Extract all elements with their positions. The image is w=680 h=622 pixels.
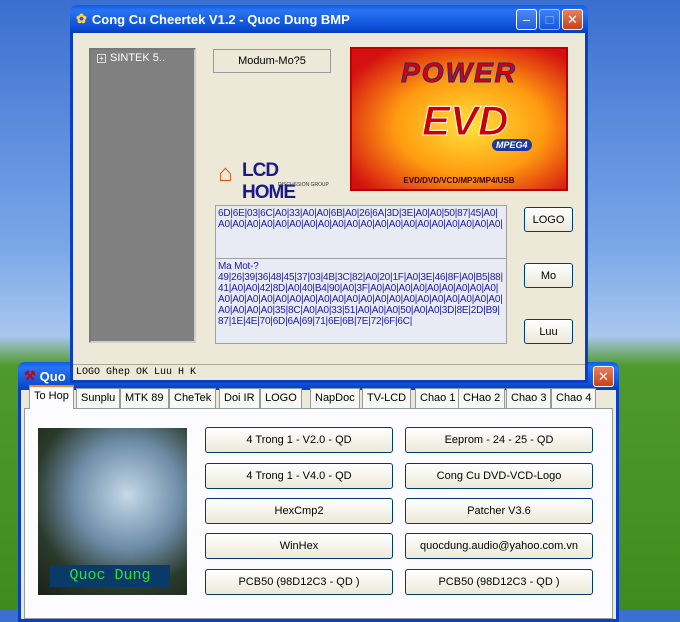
- app-icon: ✿: [76, 11, 87, 26]
- power-evd-banner: POWER EVD MPEG4 EVD/DVD/VCD/MP3/MP4/USB: [350, 47, 568, 191]
- data-box-1[interactable]: 6D|6E|03|6C|A0|33|A0|A0|6B|A0|26|6A|3D|3…: [215, 205, 507, 259]
- tool-button[interactable]: 4 Trong 1 - V2.0 - QD: [205, 427, 393, 453]
- tool-button[interactable]: Eeprom - 24 - 25 - QD: [405, 427, 593, 453]
- tab-logo[interactable]: LOGO: [260, 388, 302, 408]
- tools-window: ⚒ Quo ✕ To Hop Sunplu MTK 89 CheTek Doi IR LO…: [18, 362, 619, 622]
- tool-button[interactable]: HexCmp2: [205, 498, 393, 524]
- mo-button[interactable]: Mo: [524, 263, 573, 288]
- tab-chao-2[interactable]: CHao 2: [458, 388, 506, 408]
- main-window: ✿ Cong Cu Cheertek V1.2 - Quoc Dung BMP …: [70, 5, 588, 383]
- close-button[interactable]: ✕: [562, 9, 583, 30]
- tab-sunplu[interactable]: Sunplu: [76, 388, 121, 408]
- lcd-home-logo: ⌂ LCD HOME DISCUSSION GROUP: [218, 160, 329, 203]
- tool-button[interactable]: 4 Trong 1 - V4.0 - QD: [205, 463, 393, 489]
- data-box-2[interactable]: Ma Mot-? 49|26|39|36|48|45|37|03|4B|3C|8…: [215, 258, 507, 344]
- tool-button[interactable]: Patcher V3.6: [405, 498, 593, 524]
- modum-button[interactable]: Modum-Mo?5: [213, 49, 331, 73]
- window-title: Quo: [39, 368, 66, 384]
- tool-button[interactable]: quocdung.audio@yahoo.com.vn: [405, 533, 593, 559]
- photo-caption: Quoc Dung: [50, 565, 170, 587]
- tool-button[interactable]: PCB50 (98D12C3 - QD ): [405, 569, 593, 595]
- tree-item[interactable]: + SINTEK 5..: [91, 50, 194, 66]
- logo-button[interactable]: LOGO: [524, 207, 573, 232]
- tool-button[interactable]: WinHex: [205, 533, 393, 559]
- tab-chao-1[interactable]: Chao 1: [415, 388, 461, 408]
- tab-chao-4[interactable]: Chao 4: [551, 388, 597, 408]
- expand-icon[interactable]: +: [97, 54, 106, 63]
- house-icon: ⌂: [218, 160, 233, 187]
- tab-to-hop[interactable]: To Hop: [29, 385, 74, 409]
- tab-doi-ir[interactable]: Doi IR: [219, 388, 260, 408]
- tool-button[interactable]: Cong Cu DVD-VCD-Logo: [405, 463, 593, 489]
- tree-panel[interactable]: + SINTEK 5..: [89, 48, 196, 343]
- maximize-button[interactable]: □: [539, 9, 560, 30]
- tab-mtk-89[interactable]: MTK 89: [120, 388, 169, 408]
- window-title: Cong Cu Cheertek V1.2 - Quoc Dung BMP: [91, 11, 350, 27]
- luu-button[interactable]: Luu: [524, 319, 573, 344]
- app-icon: ⚒: [24, 368, 36, 383]
- tab-tv-lcd[interactable]: TV-LCD: [362, 388, 412, 408]
- photo: Quoc Dung: [38, 428, 187, 595]
- minimize-button[interactable]: –: [516, 9, 537, 30]
- status-bar: LOGO Ghep OK Luu H K: [73, 364, 585, 380]
- tab-chao-3[interactable]: Chao 3: [506, 388, 552, 408]
- title-bar: ✿ Cong Cu Cheertek V1.2 - Quoc Dung BMP: [70, 5, 588, 33]
- tool-button[interactable]: PCB50 (98D12C3 - QD ): [205, 569, 393, 595]
- close-button[interactable]: ✕: [593, 366, 614, 387]
- tab-chetek[interactable]: CheTek: [169, 388, 217, 408]
- tab-napdoc[interactable]: NapDoc: [310, 388, 360, 408]
